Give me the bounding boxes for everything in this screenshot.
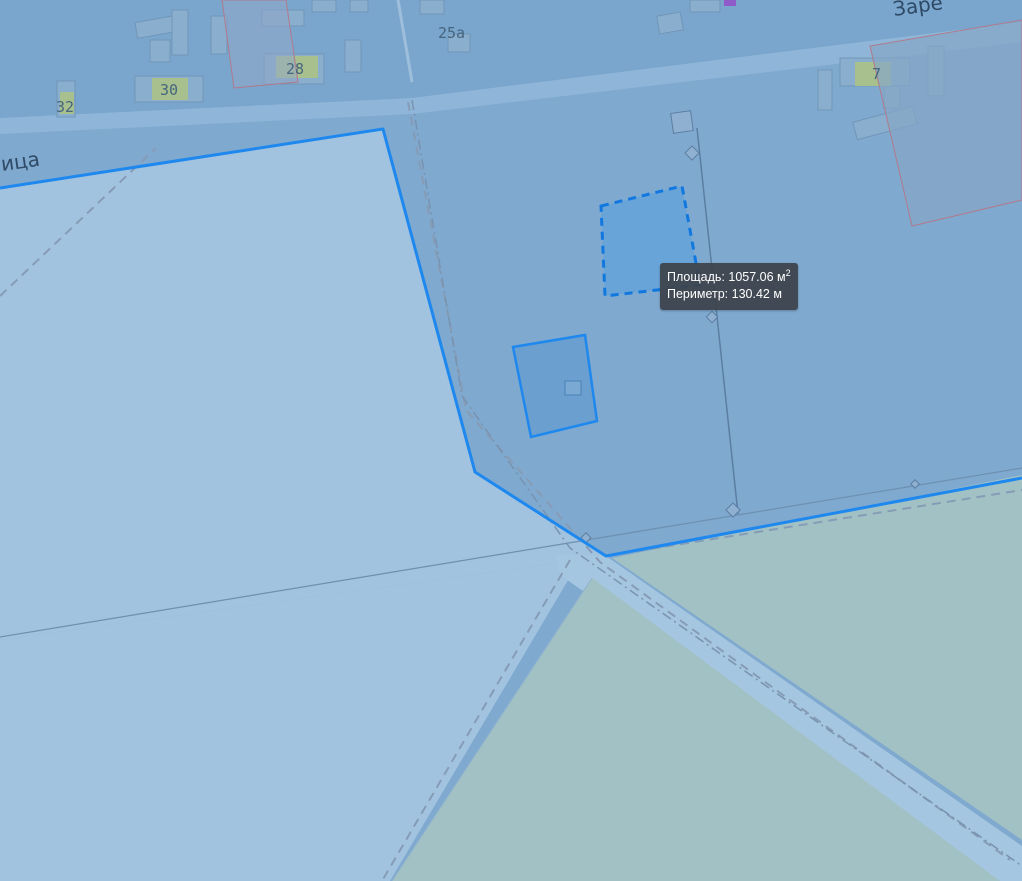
perimeter-label: Периметр:	[667, 287, 729, 301]
area-label: Площадь:	[667, 270, 725, 284]
building	[349, 0, 369, 13]
area-unit: м	[777, 270, 786, 284]
house-number: 7	[872, 65, 881, 83]
map-view[interactable]: 32 30 28 25а 7 ица Заре Площадь: 1057.06…	[0, 0, 1022, 881]
building	[311, 0, 337, 13]
area-exponent: 2	[785, 267, 791, 278]
small-structure	[564, 380, 582, 396]
building	[419, 0, 445, 15]
building	[689, 0, 721, 13]
building	[149, 39, 171, 63]
map-canvas[interactable]: 32 30 28 25а 7 ица Заре	[0, 0, 1022, 881]
house-number: 32	[56, 98, 74, 116]
area-value: 1057.06	[728, 270, 774, 284]
building	[817, 69, 833, 111]
building	[171, 9, 189, 56]
house-number: 28	[286, 60, 304, 78]
house-number: 30	[160, 81, 178, 99]
building	[656, 11, 684, 35]
perimeter-row: Периметр: 130.42 м	[667, 286, 791, 303]
house-number: 25а	[438, 24, 465, 42]
measurement-tooltip: Площадь: 1057.06 м2 Периметр: 130.42 м	[660, 263, 798, 310]
perimeter-value: 130.42	[731, 287, 770, 301]
perimeter-unit: м	[773, 287, 782, 301]
area-row: Площадь: 1057.06 м2	[667, 267, 791, 286]
building	[344, 39, 362, 73]
poi-marker	[724, 0, 736, 6]
post	[670, 110, 694, 134]
